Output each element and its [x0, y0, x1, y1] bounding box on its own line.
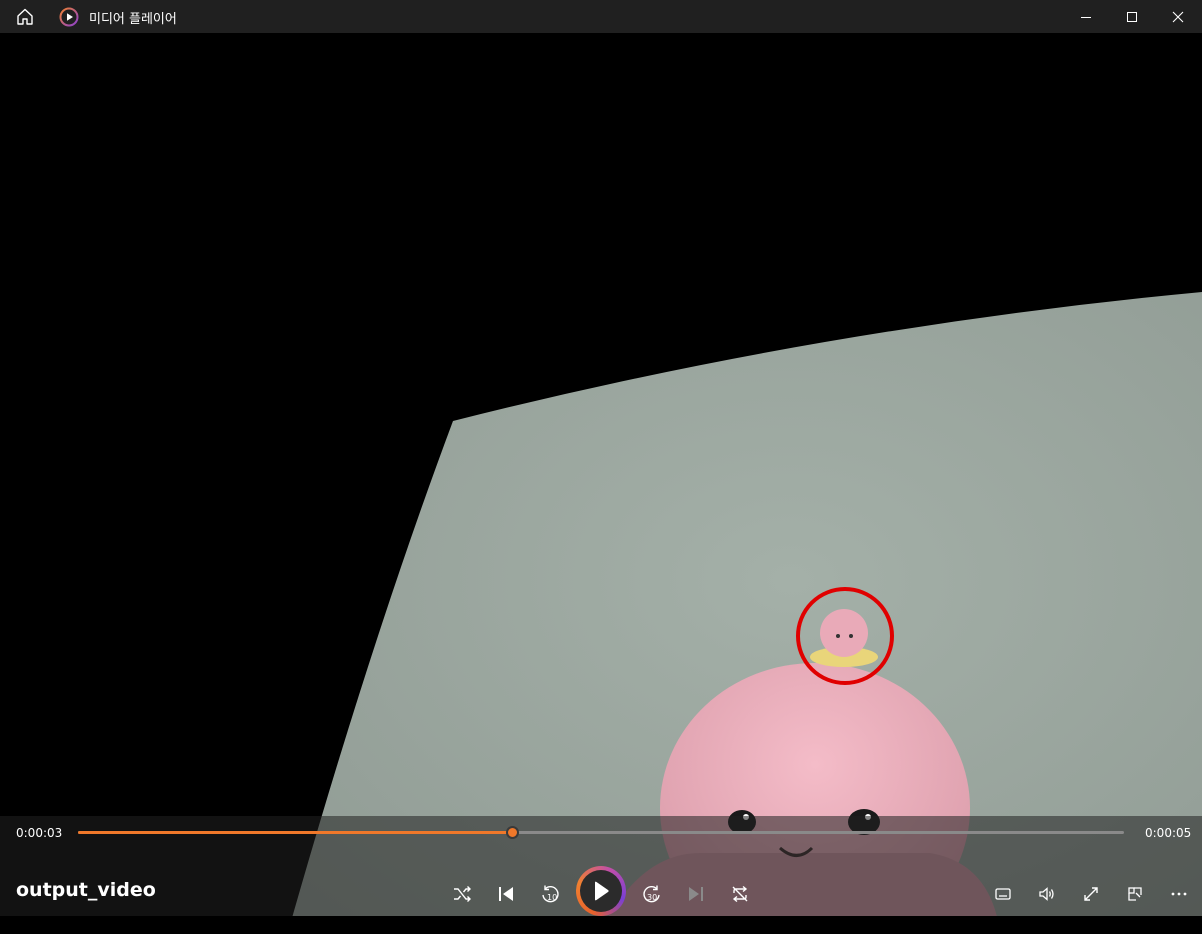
shuffle-icon[interactable] [446, 878, 478, 910]
current-time: 0:00:03 [16, 826, 63, 840]
miniplayer-icon[interactable] [1119, 878, 1151, 910]
media-player-logo-icon [59, 7, 79, 27]
video-title: output_video [16, 879, 156, 901]
seek-progress [78, 831, 513, 834]
window-title: 미디어 플레이어 [89, 12, 177, 27]
previous-icon[interactable] [490, 878, 522, 910]
play-button[interactable] [576, 866, 626, 916]
fullscreen-icon[interactable] [1075, 878, 1107, 910]
video-content [288, 292, 1202, 932]
svg-text:10: 10 [547, 893, 557, 902]
captions-icon[interactable] [987, 878, 1019, 910]
duration-time: 0:00:05 [1145, 826, 1192, 840]
seek-bar[interactable] [78, 826, 1124, 839]
forward-30-button[interactable]: 30 [636, 878, 668, 910]
seek-thumb[interactable] [506, 826, 520, 839]
repeat-off-icon[interactable] [724, 878, 756, 910]
rewind-10-button[interactable]: 10 [534, 878, 566, 910]
maximize-button[interactable] [1109, 0, 1155, 33]
home-icon[interactable] [14, 6, 36, 28]
volume-icon[interactable] [1031, 878, 1063, 910]
bottom-edge [0, 916, 1202, 934]
more-icon[interactable] [1163, 878, 1195, 910]
video-frame[interactable] [0, 33, 1202, 932]
svg-text:30: 30 [647, 893, 657, 902]
play-icon [580, 870, 622, 912]
title-bar: 미디어 플레이어 [0, 0, 1202, 33]
next-icon[interactable] [680, 878, 712, 910]
close-button[interactable] [1155, 0, 1201, 33]
playback-controls: 0:00:03 0:00:05 output_video 10 30 [0, 816, 1202, 916]
minimize-button[interactable] [1063, 0, 1109, 33]
